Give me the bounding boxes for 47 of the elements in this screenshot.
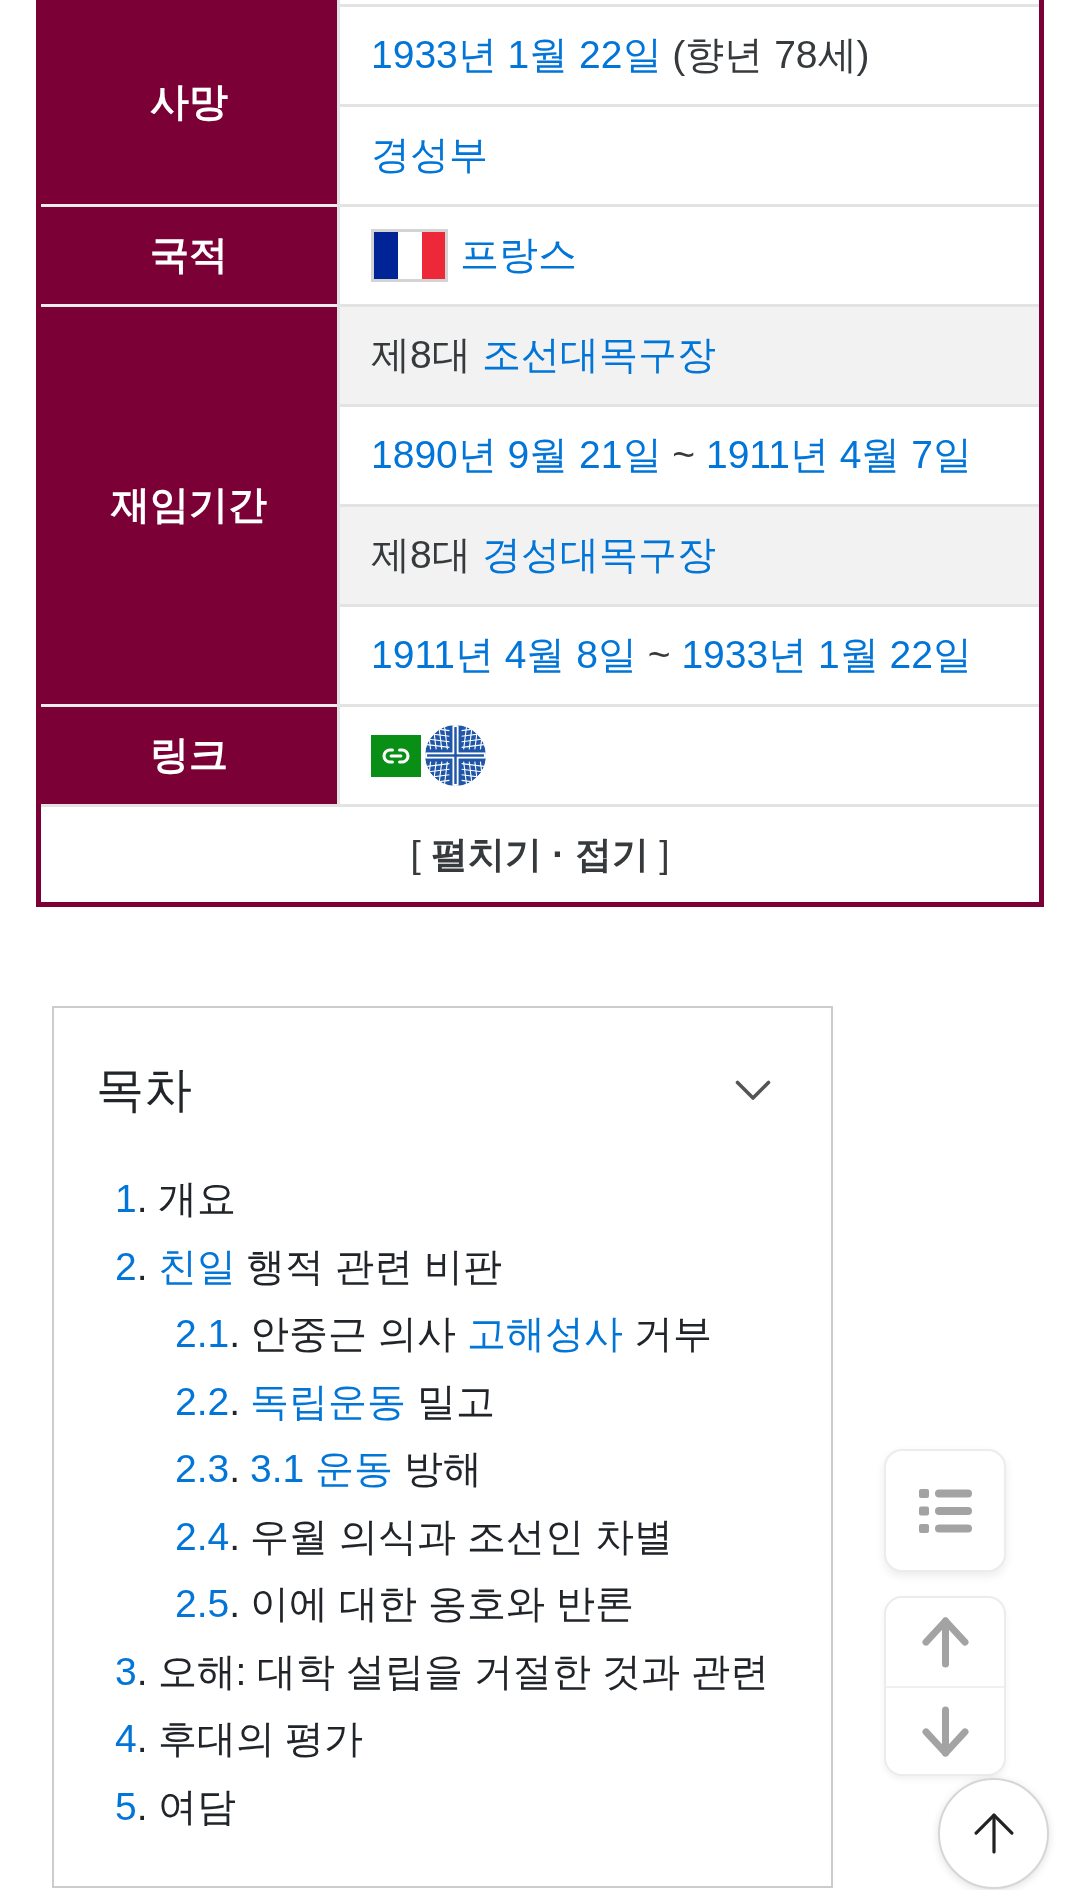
link[interactable]: 1933년 1월 22일 — [681, 633, 972, 677]
row-header: 링크 — [41, 704, 337, 804]
section-number-link[interactable]: 5 — [115, 1784, 137, 1828]
table-cell: 제8대 조선대목구장 — [340, 304, 1039, 404]
row-header: 재임기간 — [41, 304, 337, 704]
link-icon[interactable] — [371, 734, 421, 777]
toc-entry: 2.5. 이에 대한 옹호와 반론 — [175, 1581, 634, 1627]
section-number-link[interactable]: 2.2 — [175, 1379, 230, 1423]
circular-emblem-icon[interactable] — [425, 725, 486, 786]
link[interactable]: 친일 — [157, 1244, 236, 1288]
section-number-link[interactable]: 2.5 — [175, 1582, 230, 1625]
link[interactable]: 조선대목구장 — [481, 333, 716, 377]
link[interactable]: 경성대목구장 — [481, 533, 716, 577]
link[interactable]: 독립운동 — [250, 1379, 407, 1423]
toc-entry: 2.2. 독립운동 밀고 — [175, 1378, 495, 1425]
chevron-down-icon[interactable] — [735, 1079, 771, 1101]
link[interactable]: 1933년 1월 22일 — [371, 33, 662, 77]
section-number-link[interactable]: 2.4 — [175, 1514, 230, 1558]
toc-entry: 2.3. 3.1 운동 방해 — [175, 1446, 482, 1492]
toc-entry: 2. 친일 행적 관련 비판 — [115, 1243, 503, 1290]
section-number-link[interactable]: 2.1 — [175, 1312, 230, 1355]
section-number-link[interactable]: 4 — [115, 1717, 137, 1760]
toc-button[interactable] — [884, 1449, 1006, 1572]
toc-title: 목차 — [96, 1062, 192, 1118]
link[interactable]: 1911년 4월 8일 — [371, 633, 637, 677]
expand-collapse-toggle[interactable]: [ 펼치기 · 접기 ] — [410, 826, 670, 883]
link[interactable]: 경성부 — [371, 133, 488, 177]
toc-entry: 3. 오해: 대학 설립을 거절한 것과 관련 — [115, 1648, 769, 1695]
row-header: 사망 — [41, 0, 337, 204]
section-number-link[interactable]: 3 — [115, 1649, 137, 1693]
toc-entry: 2.1. 안중근 의사 고해성사 거부 — [175, 1311, 712, 1357]
section-number-link[interactable]: 2.3 — [175, 1447, 230, 1490]
link[interactable]: 고해성사 — [466, 1312, 623, 1355]
toc-entry: 5. 여담 — [115, 1783, 236, 1830]
section-number-link[interactable]: 2 — [115, 1244, 137, 1288]
link[interactable]: 프랑스 — [460, 233, 577, 277]
table-cell: 제8대 경성대목구장 — [340, 504, 1039, 604]
list-icon — [918, 1488, 972, 1533]
toc-entry: 2.4. 우월 의식과 조선인 차별 — [175, 1513, 673, 1560]
section-number-link[interactable]: 1 — [115, 1177, 137, 1220]
link[interactable]: 1911년 4월 7일 — [705, 433, 972, 477]
row-header: 국적 — [41, 204, 337, 304]
toc-entry: 1. 개요 — [115, 1176, 236, 1222]
toc-entry: 4. 후대의 평가 — [115, 1716, 364, 1762]
flag-icon — [371, 229, 448, 282]
link[interactable]: 3.1 운동 — [250, 1447, 394, 1490]
link[interactable]: 1890년 9월 21일 — [371, 433, 662, 477]
